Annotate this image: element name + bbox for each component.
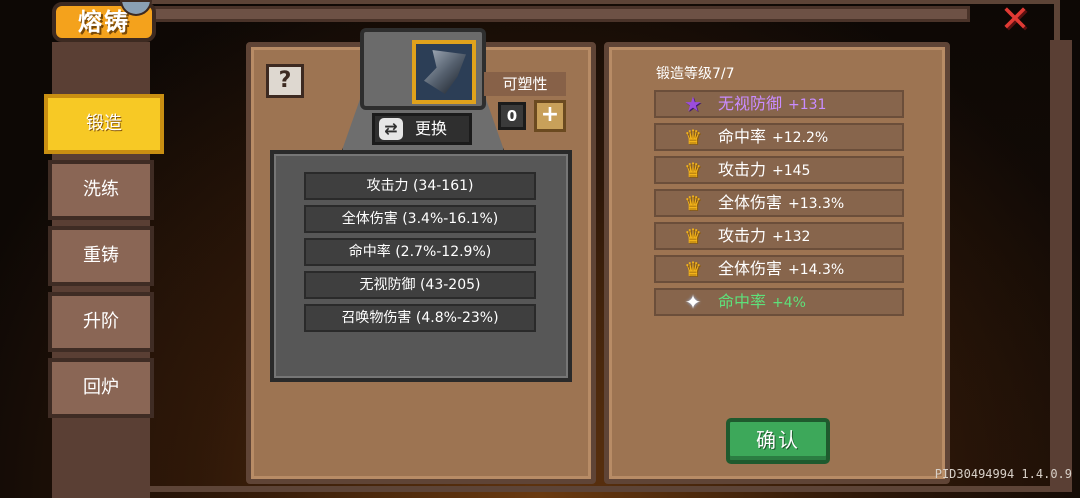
crown-icon: ♛: [684, 191, 702, 215]
help-button[interactable]: ?: [266, 64, 304, 98]
right-strip: [1050, 40, 1072, 492]
stat-row: 攻击力 (34-161): [304, 172, 536, 200]
bonus-text: 命中率 +4%: [718, 290, 806, 315]
bonus-row: ♛ 命中率 +12.2%: [654, 123, 904, 151]
swap-icon: ⇄: [379, 118, 403, 140]
plasticity-label: 可塑性: [484, 72, 566, 96]
crown-icon: ♛: [684, 257, 702, 281]
spark-icon: ✦: [684, 290, 702, 314]
axe-icon: [424, 50, 466, 94]
bonus-name: 攻击力: [718, 226, 767, 245]
confirm-button[interactable]: 确认: [726, 418, 830, 464]
bonus-row: ♛ 全体伤害 +13.3%: [654, 189, 904, 217]
sidebar-item-forge[interactable]: 锻造: [44, 94, 164, 154]
sidebar-item-refine[interactable]: 洗练: [48, 160, 154, 220]
crown-icon: ♛: [684, 125, 702, 149]
bonus-row: ♛ 攻击力 +145: [654, 156, 904, 184]
swap-button[interactable]: ⇄ 更换: [372, 113, 472, 145]
bonus-text: 全体伤害 +14.3%: [718, 257, 844, 282]
pid-version: PID30494994 1.4.0.9: [934, 467, 1072, 481]
crown-icon: ♛: [684, 158, 702, 182]
bonus-text: 命中率 +12.2%: [718, 125, 828, 150]
bonus-name: 攻击力: [718, 160, 767, 179]
bonus-text: 攻击力 +132: [718, 224, 810, 249]
bonus-text: 全体伤害 +13.3%: [718, 191, 844, 216]
stat-row: 召唤物伤害 (4.8%-23%): [304, 304, 536, 332]
bonus-value: +13.3%: [788, 196, 845, 212]
forge-level-label: 锻造等级7/7: [656, 66, 735, 82]
item-slot[interactable]: [360, 28, 486, 110]
bonus-row: ♛ 攻击力 +132: [654, 222, 904, 250]
bonus-value: +4%: [772, 295, 806, 311]
bonus-name: 无视防御: [718, 94, 783, 113]
sidebar-item-upgrade[interactable]: 升阶: [48, 292, 154, 352]
star-icon: ★: [684, 92, 702, 116]
stat-row: 命中率 (2.7%-12.9%): [304, 238, 536, 266]
top-bar: [150, 6, 970, 22]
stat-row: 无视防御 (43-205): [304, 271, 536, 299]
crown-icon: ♛: [684, 224, 702, 248]
bonus-name: 命中率: [718, 127, 767, 146]
stat-row: 全体伤害 (3.4%-16.1%): [304, 205, 536, 233]
bonus-row: ★ 无视防御 +131: [654, 90, 904, 118]
bonus-name: 命中率: [718, 292, 767, 311]
weapon-icon[interactable]: [412, 40, 476, 104]
bonus-row: ♛ 全体伤害 +14.3%: [654, 255, 904, 283]
bonus-row: ✦ 命中率 +4%: [654, 288, 904, 316]
bonus-value: +132: [772, 229, 811, 245]
sidebar-item-recast[interactable]: 重铸: [48, 226, 154, 286]
add-plasticity-button[interactable]: +: [534, 100, 566, 132]
bonus-text: 无视防御 +131: [718, 92, 826, 117]
bonus-text: 攻击力 +145: [718, 158, 810, 183]
swap-label: 更换: [415, 119, 448, 138]
bonus-value: +14.3%: [788, 262, 845, 278]
bonus-name: 全体伤害: [718, 259, 783, 278]
bonus-value: +131: [788, 97, 827, 113]
bonus-value: +12.2%: [772, 130, 829, 146]
sidebar-item-smelt[interactable]: 回炉: [48, 358, 154, 418]
bonus-name: 全体伤害: [718, 193, 783, 212]
plasticity-value: 0: [498, 102, 526, 130]
close-button[interactable]: ✕: [998, 2, 1032, 38]
bonus-value: +145: [772, 163, 811, 179]
